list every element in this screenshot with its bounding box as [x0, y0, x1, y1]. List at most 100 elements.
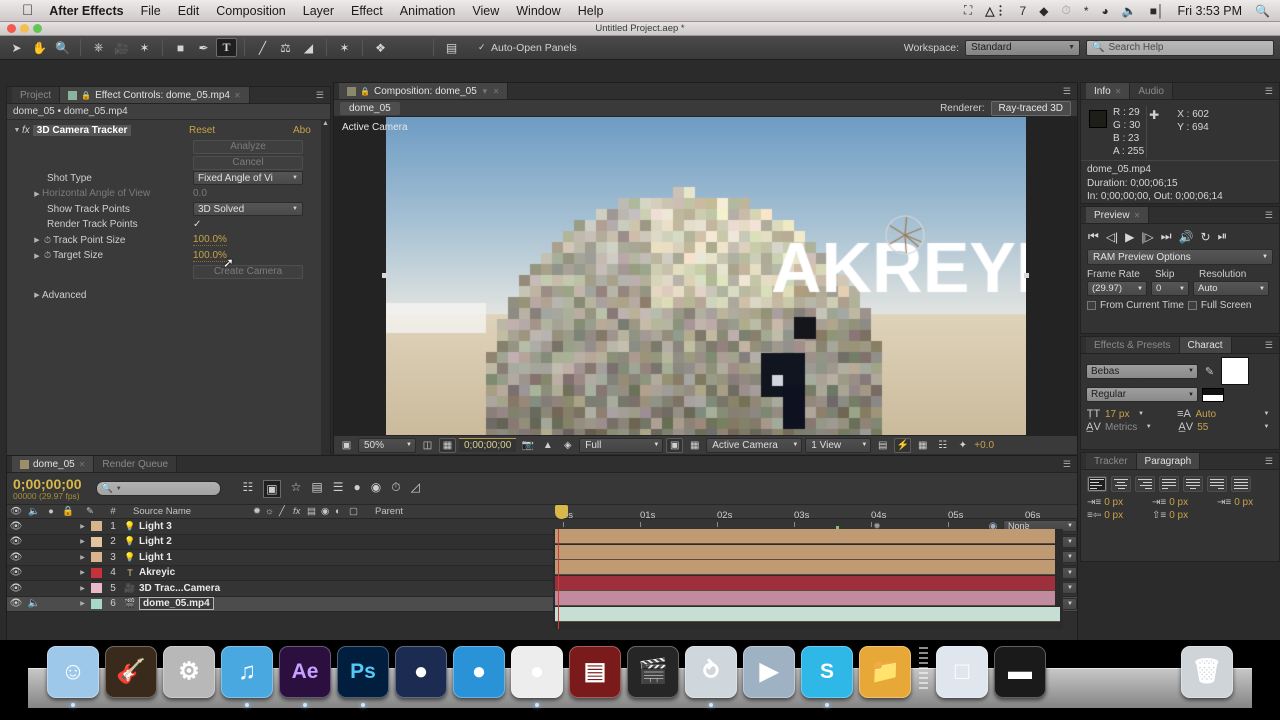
dock-item-documents-stack[interactable]: ▬ [994, 646, 1046, 698]
solo-icon[interactable]: ● [43, 506, 59, 517]
dock-item-cinema-4d[interactable]: ● [395, 646, 447, 698]
panel-menu-icon[interactable]: ☰ [1057, 456, 1077, 472]
auto-open-panels-checkbox[interactable]: ✓ Auto-Open Panels [478, 42, 577, 54]
eye-icon[interactable]: 👁 [7, 583, 25, 594]
label-color-icon[interactable]: ✎ [77, 506, 103, 517]
motion-graph-icon[interactable]: ◿ [411, 480, 420, 498]
chevron-down-icon[interactable]: ▼ [1259, 424, 1274, 430]
font-style-select[interactable]: Regular ▼ [1086, 387, 1198, 402]
layer-duration-bar[interactable] [555, 591, 1055, 606]
shape-tool-icon[interactable]: ■ [170, 38, 191, 57]
camera-view-select[interactable]: Active Camera ▼ [706, 437, 803, 453]
chevron-down-icon[interactable]: ▼ [1141, 424, 1156, 430]
close-icon[interactable]: ✕ [1134, 211, 1141, 220]
layer-duration-bar[interactable] [555, 544, 1055, 560]
effect-header-row[interactable]: ▼ fx 3D Camera Tracker Reset Abo [7, 123, 330, 139]
tracking-value[interactable]: 55 [1197, 422, 1208, 433]
comp-name-chip[interactable]: dome_05 [340, 101, 400, 115]
dock-item-after-effects[interactable]: Ae [279, 646, 331, 707]
menu-item-window[interactable]: Window [516, 4, 560, 18]
frame-blending-icon[interactable]: ▤ [311, 480, 322, 498]
justify-last-center-icon[interactable] [1183, 476, 1203, 492]
hand-tool-icon[interactable]: ✋ [29, 38, 50, 57]
align-left-icon[interactable] [1087, 476, 1107, 492]
panel-menu-icon[interactable]: ☰ [1259, 207, 1279, 223]
composition-mini-flowchart-icon[interactable]: ☷ [243, 480, 254, 498]
disclosure-triangle-icon[interactable]: ▶ [32, 190, 42, 198]
lock-icon[interactable]: 🔒 [59, 506, 77, 517]
layer-name[interactable]: 3D Trac...Camera [139, 583, 220, 594]
menu-item-edit[interactable]: Edit [178, 4, 200, 18]
wifi-icon[interactable]: ◕ [1101, 4, 1108, 18]
tab-timeline-comp[interactable]: dome_05 ✕ [12, 456, 95, 472]
panel-menu-icon[interactable]: ☰ [1259, 453, 1279, 469]
timemachine-icon[interactable]: ⏱ [1061, 3, 1070, 18]
screen-record-icon[interactable]: ⛶ [964, 3, 972, 18]
stopwatch-icon[interactable]: ⏱ [42, 235, 53, 246]
effect-name[interactable]: 3D Camera Tracker [32, 125, 132, 137]
timeline-ruler[interactable]: 0s 01s 02s 03s 04s 05s 06s [553, 505, 1063, 529]
disclosure-triangle-icon[interactable]: ▶ [32, 252, 42, 260]
ram-preview-icon[interactable]: ⏯ [1218, 229, 1228, 244]
workspace-select[interactable]: Standard ▼ [965, 39, 1080, 56]
bluetooth-icon[interactable]: * [1084, 4, 1089, 18]
quality-icon[interactable]: ╱ [279, 506, 293, 517]
comp-flowchart-icon[interactable]: ☷ [934, 438, 951, 453]
frame-rate-select[interactable]: (29.97) ▼ [1087, 281, 1147, 296]
view-layout-select[interactable]: 1 View ▼ [805, 437, 872, 453]
layer-name[interactable]: dome_05.mp4 [139, 597, 214, 611]
disclosure-triangle-icon[interactable]: ▶ [32, 236, 42, 244]
fast-preview-icon[interactable]: ⚡ [894, 437, 912, 453]
panel-toggle-icon[interactable]: ▤ [441, 38, 462, 57]
menu-item-composition[interactable]: Composition [216, 4, 285, 18]
indent-right-field[interactable]: ⇥≡ 0 px [1217, 497, 1272, 508]
timeline-current-time-block[interactable]: 0;00;00;00 00000 (29.97 fps) [13, 477, 82, 501]
eye-icon[interactable]: 👁 [7, 567, 25, 578]
timeline-search-input[interactable]: 🔍 ▼ [95, 481, 221, 496]
space-after-field[interactable]: ⇧≡ 0 px [1152, 510, 1207, 521]
disclosure-triangle-icon[interactable]: ▶ [77, 569, 88, 576]
composition-canvas[interactable] [385, 117, 1026, 435]
close-icon[interactable]: ✕ [234, 91, 241, 100]
clone-stamp-tool-icon[interactable]: ⚖ [275, 38, 296, 57]
last-frame-icon[interactable]: ⏭ [1161, 229, 1172, 244]
reset-exposure-icon[interactable]: ✦ [954, 438, 971, 453]
auto-keyframe-icon[interactable]: ⏱ [391, 480, 400, 498]
space-before-field[interactable]: ≡⇦ 0 px [1087, 510, 1142, 521]
roto-brush-tool-icon[interactable]: ✶ [334, 38, 355, 57]
menu-item-layer[interactable]: Layer [303, 4, 334, 18]
zoom-region-icon[interactable]: ▣ [338, 438, 355, 453]
dock-item-google-chrome[interactable]: ● [511, 646, 563, 707]
stopwatch-icon[interactable]: ⏱ [42, 250, 53, 261]
menubar-clock[interactable]: Fri 3:53 PM [1177, 4, 1242, 18]
disclosure-triangle-icon[interactable]: ▶ [77, 523, 88, 530]
transparency-toggle-icon[interactable]: ▦ [686, 438, 703, 453]
transparency-grid-icon[interactable]: ▦ [439, 437, 456, 453]
panel-menu-icon[interactable]: ☰ [1057, 83, 1077, 99]
menu-item-file[interactable]: File [141, 4, 161, 18]
disclosure-triangle-icon[interactable]: ▶ [77, 538, 88, 545]
eye-icon[interactable]: 👁 [7, 536, 25, 547]
tab-effects-presets[interactable]: Effects & Presets [1086, 337, 1180, 353]
panel-menu-icon[interactable]: ☰ [310, 87, 330, 103]
shy-icon[interactable]: ✹ [253, 506, 265, 517]
layer-duration-bar[interactable] [555, 575, 1055, 591]
close-icon[interactable]: ✕ [79, 460, 86, 469]
dock-item-adobe-premiere[interactable]: ▤ [569, 646, 621, 698]
layer-name[interactable]: Light 1 [139, 552, 172, 563]
timeline-current-time[interactable]: 0;00;00;00 [13, 477, 82, 491]
eraser-tool-icon[interactable]: ◢ [298, 38, 319, 57]
font-size-value[interactable]: 17 px [1105, 409, 1129, 420]
snapshot-icon[interactable]: 📷 [519, 438, 536, 453]
lock-icon[interactable]: 🔒 [81, 91, 91, 100]
from-current-time-checkbox[interactable] [1087, 301, 1096, 310]
disclosure-triangle-icon[interactable]: ▶ [77, 554, 88, 561]
menu-item-effect[interactable]: Effect [351, 4, 383, 18]
menu-item-view[interactable]: View [472, 4, 499, 18]
camera-tool-icon[interactable]: 🎥 [111, 38, 132, 57]
tab-render-queue[interactable]: Render Queue [94, 456, 178, 472]
dropbox-icon[interactable]: ◆ [1039, 4, 1048, 18]
disclosure-triangle-icon[interactable]: ▶ [77, 585, 88, 592]
graph-editor-icon[interactable]: ◉ [371, 480, 381, 498]
keyframe-marker[interactable] [836, 526, 839, 529]
